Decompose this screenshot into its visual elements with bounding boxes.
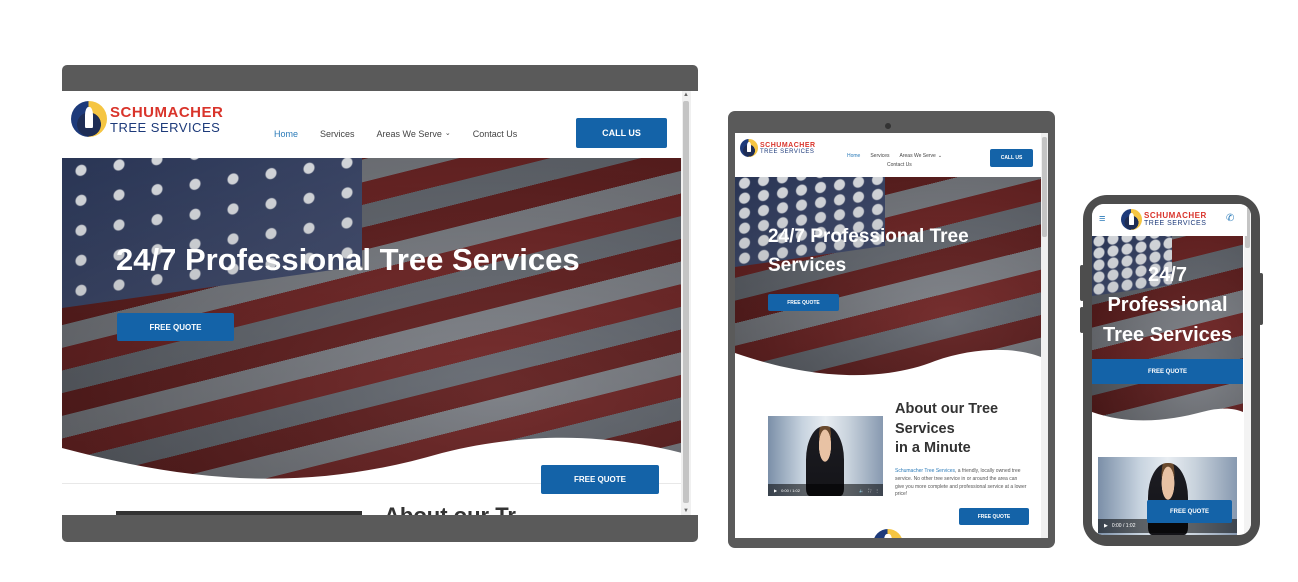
tablet-mockup: SCHUMACHER TREE SERVICES Home Services A…	[728, 111, 1055, 548]
phone-power-button	[1259, 273, 1263, 325]
about-video[interactable]: ▶ 0:00 / 1:02	[1098, 457, 1237, 535]
logo[interactable]: SCHUMACHER TREE SERVICES	[740, 139, 816, 157]
hero-section: 24/7 Professional Tree Services FREE QUO…	[735, 177, 1041, 383]
logo[interactable]: SCHUMACHER TREE SERVICES	[1121, 209, 1207, 230]
hero-free-quote-button[interactable]: FREE QUOTE	[768, 294, 839, 311]
nav-contact[interactable]: Contact Us	[887, 162, 912, 168]
footer-logo-icon	[873, 529, 903, 538]
phone-icon[interactable]: ✆	[1226, 214, 1234, 224]
logo-line2: TREE SERVICES	[760, 148, 815, 155]
hero-wave	[1092, 408, 1243, 426]
volume-icon[interactable]: 🔈	[859, 488, 864, 493]
nav-areas[interactable]: Areas We Serve	[900, 153, 936, 159]
hero-wave	[735, 349, 1041, 383]
company-link[interactable]: Schumacher Tree Services	[895, 468, 955, 474]
logo-icon	[740, 139, 758, 157]
tablet-scrollbar[interactable]	[1041, 133, 1048, 538]
logo-line1: SCHUMACHER	[110, 103, 224, 121]
phone-scrollbar[interactable]	[1244, 204, 1251, 535]
logo-icon	[1121, 209, 1142, 230]
floating-free-quote-button[interactable]: FREE QUOTE	[959, 508, 1029, 525]
logo-icon	[71, 101, 107, 137]
logo-line1: SCHUMACHER	[760, 141, 816, 149]
desktop-mockup: SCHUMACHER TREE SERVICES Home Services A…	[62, 65, 698, 542]
site-header: SCHUMACHER TREE SERVICES Home Services A…	[62, 91, 682, 158]
phone-screen: ≡ SCHUMACHER TREE SERVICES ✆ 24/7 Profes…	[1092, 204, 1251, 535]
desktop-scrollbar[interactable]: ▲ ▼	[681, 91, 691, 515]
chevron-down-icon[interactable]: ⌄	[938, 153, 942, 159]
hero-free-quote-button[interactable]: FREE QUOTE	[1092, 359, 1243, 384]
logo-line1: SCHUMACHER	[1144, 211, 1207, 220]
video-time: 0:00 / 1:02	[1111, 523, 1136, 529]
main-nav: Home Services Areas We Serve ⌄ Contact U…	[274, 129, 517, 139]
hero-free-quote-button[interactable]: FREE QUOTE	[117, 313, 234, 341]
floating-free-quote-button[interactable]: FREE QUOTE	[541, 465, 659, 494]
phone-side-button	[1080, 307, 1084, 333]
video-time: 0:00 / 1:02	[781, 487, 800, 493]
nav-services[interactable]: Services	[870, 153, 889, 159]
scroll-thumb[interactable]	[1042, 137, 1047, 237]
nav-services[interactable]: Services	[320, 129, 355, 139]
main-nav-wrap: Contact Us	[887, 162, 912, 168]
hero-section: 24/7 Professional Tree Services FREE QUO…	[1092, 236, 1243, 426]
hamburger-icon[interactable]: ≡	[1099, 214, 1105, 225]
scroll-thumb[interactable]	[683, 101, 689, 503]
about-title-partial: About our Tr	[384, 503, 516, 515]
phone-side-button	[1080, 265, 1084, 301]
chevron-down-icon[interactable]: ⌄	[445, 129, 451, 139]
main-nav: Home Services Areas We Serve ⌄	[847, 153, 942, 159]
desktop-screen: SCHUMACHER TREE SERVICES Home Services A…	[62, 91, 698, 515]
scroll-down-icon[interactable]: ▼	[681, 507, 691, 515]
site-header: SCHUMACHER TREE SERVICES Home Services A…	[735, 133, 1041, 177]
more-icon[interactable]: ⋮	[875, 488, 879, 493]
nav-home[interactable]: Home	[274, 129, 298, 139]
call-us-button[interactable]: CALL US	[990, 149, 1033, 167]
about-video[interactable]: ▶ 0:00 / 1:02 🔈 ⛶ ⋮	[768, 416, 883, 496]
hero-title: 24/7 Professional Tree Services	[768, 226, 969, 276]
nav-areas[interactable]: Areas We Serve	[377, 129, 442, 139]
about-title: About our Tree Services in a Minute	[895, 401, 999, 457]
scroll-up-icon[interactable]: ▲	[681, 91, 691, 99]
camera-icon	[885, 123, 891, 129]
site-header: ≡ SCHUMACHER TREE SERVICES ✆	[1092, 204, 1247, 236]
phone-mockup: ≡ SCHUMACHER TREE SERVICES ✆ 24/7 Profes…	[1080, 195, 1263, 546]
hero-title: 24/7 Professional Tree Services	[116, 242, 580, 277]
nav-home[interactable]: Home	[847, 153, 860, 159]
logo-line2: TREE SERVICES	[110, 119, 221, 135]
hero-title: 24/7 Professional Tree Services	[1103, 264, 1232, 346]
hero-section: 24/7 Professional Tree Services FREE QUO…	[62, 158, 682, 488]
about-body: Schumacher Tree Services, a friendly, lo…	[895, 468, 1027, 498]
fullscreen-icon[interactable]: ⛶	[868, 488, 871, 493]
logo-line2: TREE SERVICES	[1144, 220, 1207, 227]
logo[interactable]: SCHUMACHER TREE SERVICES	[71, 101, 223, 137]
play-icon[interactable]: ▶	[774, 488, 777, 493]
floating-free-quote-button[interactable]: FREE QUOTE	[1147, 500, 1232, 523]
video-controls: ▶ 0:00 / 1:02 🔈 ⛶ ⋮	[768, 484, 883, 496]
call-us-button[interactable]: CALL US	[576, 118, 667, 148]
nav-contact[interactable]: Contact Us	[473, 129, 518, 139]
tablet-screen: SCHUMACHER TREE SERVICES Home Services A…	[735, 133, 1048, 538]
about-video-thumbnail	[116, 511, 362, 515]
play-icon[interactable]: ▶	[1104, 523, 1108, 529]
